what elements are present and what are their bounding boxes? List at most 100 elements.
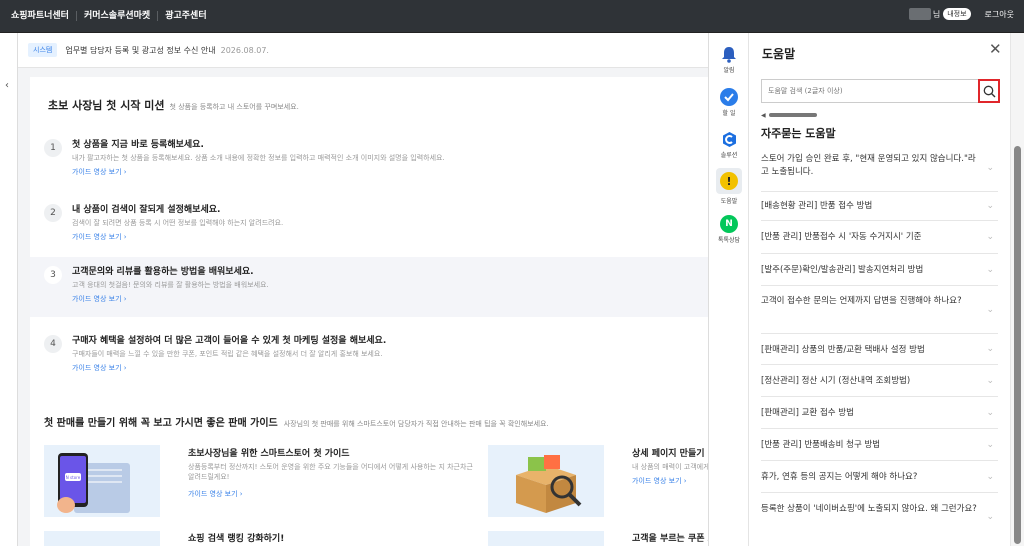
user-name-redacted [908,8,931,20]
help-search-box [761,79,1000,103]
guide-video-link[interactable]: 가이드 영상 보기 › [72,294,127,304]
search-button[interactable] [978,79,1000,103]
vertical-scroll-thumb[interactable] [1014,146,1021,544]
bell-icon [720,45,738,63]
faq-question: [반품 관리] 반품접수 시 '자동 수거지시' 기준 [761,232,922,242]
chevron-down-icon: ⌄ [986,264,994,275]
guide-title[interactable]: 쇼핑 검색 랭킹 강화하기! [188,531,284,544]
right-icon-rail: 알림 할 일 솔루션 ! 도움말 N 톡톡상담 [708,33,749,546]
chevron-down-icon: ⌄ [986,304,994,315]
faq-question: 등록한 상품이 '네이버쇼핑'에 노출되지 않아요. 왜 그런가요? [761,504,977,514]
chevron-left-icon[interactable]: ‹ [5,80,9,91]
starter-mission-card: 초보 사장님 첫 시작 미션 첫 상품을 등록하고 내 스토어를 꾸며보세요. … [30,77,708,422]
guide-thumbnail[interactable] [44,531,160,546]
chevron-down-icon: ⌄ [986,232,994,242]
faq-title: 자주묻는 도움말 [761,127,836,140]
close-icon[interactable]: ✕ [989,42,1002,57]
guide-title[interactable]: 초보사장님을 위한 스마트스토어 첫 가이드 [188,446,350,459]
faq-question: [반품 관리] 반품배송비 청구 방법 [761,440,881,450]
faq-item[interactable]: [발주(주문)확인/발송관리] 발송지연처리 방법 ⌄ [761,254,998,286]
mission-item-desc: 검색이 잘 되려면 상품 등록 시 어떤 정보를 입력해야 하는지 알려드려요. [72,219,284,227]
faq-item[interactable]: [판매관리] 상품의 반품/교환 택배사 설정 방법 ⌄ [761,334,998,365]
faq-question: [배송현황 관리] 반품 접수 방법 [761,201,873,211]
help-search-input[interactable] [762,80,976,102]
rail-label: 솔루션 [720,152,738,159]
horizontal-scroll-thumb[interactable] [769,113,817,117]
mission-item-desc: 고객 응대의 첫걸음! 문의와 리뷰를 잘 활용하는 방법을 배워보세요. [72,281,269,289]
user-name-suffix: 님 [932,9,941,19]
faq-item[interactable]: 고객이 접수한 문의는 언제까지 답변을 진행해야 하나요? ⌄ [761,286,998,334]
mission-number: 4 [44,335,62,353]
rail-item-talktalk[interactable]: N 톡톡상담 [709,215,749,244]
rail-item-help[interactable]: ! 도움말 [709,168,749,205]
mission-item-title: 구매자 혜택을 설정하여 더 많은 고객이 들어올 수 있게 첫 마케팅 설정을… [72,336,387,346]
chevron-down-icon: ⌄ [986,344,994,354]
guide-thumbnail-box[interactable] [488,445,604,517]
horizontal-scrollbar[interactable]: ◀ [761,112,999,119]
guide-video-link[interactable]: 가이드 영상 보기 › [188,489,243,499]
user-area: 님 내정보 로그아웃 [908,8,1014,20]
search-icon [983,85,995,97]
mission-item-desc: 구매자들이 매력을 느낄 수 있을 만한 쿠폰, 포인트 적립 같은 혜택을 설… [72,350,383,358]
faq-list: 스토어 가입 승인 완료 후, "현재 운영되고 있지 않습니다."라고 노출됩… [749,145,1010,541]
nav-shopping-partner-center[interactable]: 쇼핑파트너센터 [4,11,77,21]
help-title: 도움말 [762,47,796,61]
guide-video-link[interactable]: 가이드 영상 보기 › [72,232,127,242]
help-panel: 도움말 ✕ ◀ 자주묻는 도움말 스토어 가입 승인 완료 후, "현재 운영되… [749,33,1010,546]
rail-active-background: ! [716,168,742,194]
rail-label: 도움말 [720,198,738,205]
guide-thumbnail[interactable] [488,531,604,546]
talk-icon: N [720,215,738,233]
mission-item: 1 첫 상품을 지금 바로 등록해보세요. 내가 팔고자하는 첫 상품을 등록해… [30,133,708,191]
notice-bar[interactable]: 시스템 업무별 담당자 등록 및 광고성 정보 수신 안내 2026.08.07… [18,33,708,68]
my-info-button[interactable]: 내정보 [943,8,971,20]
nav-commerce-solution-market[interactable]: 커머스솔루션마켓 [77,11,159,21]
notice-tag: 시스템 [28,43,58,57]
chevron-down-icon: ⌄ [986,201,994,211]
mission-item-title: 내 상품이 검색이 잘되게 설정해보세요. [72,205,221,215]
mission-item-desc: 내가 팔고자하는 첫 상품을 등록해보세요. 상품 소개 내용에 정확한 정보를… [72,154,445,162]
mission-item-title: 고객문의와 리뷰를 활용하는 방법을 배워보세요. [72,267,254,277]
faq-question: 스토어 가입 승인 완료 후, "현재 운영되고 있지 않습니다."라고 노출됩… [761,154,976,177]
check-icon [720,88,738,106]
faq-question: [판매관리] 상품의 반품/교환 택배사 설정 방법 [761,345,925,355]
faq-item[interactable]: 등록한 상품이 '네이버쇼핑'에 노출되지 않아요. 왜 그런가요? ⌄ [761,493,998,541]
nav-advertiser-center[interactable]: 광고주센터 [158,11,213,21]
notice-message[interactable]: 업무별 담당자 등록 및 광고성 정보 수신 안내 [65,45,215,56]
guide-section-title: 첫 판매를 만들기 위해 꼭 보고 가시면 좋은 판매 가이드 [44,418,278,429]
guide-title[interactable]: 고객을 부르는 쿠폰 포인트 [632,531,708,544]
scroll-left-arrow-icon[interactable]: ◀ [761,112,766,119]
faq-item[interactable]: [판매관리] 교환 접수 방법 ⌄ [761,397,998,429]
faq-item[interactable]: 휴가, 연휴 등의 공지는 어떻게 해야 하나요? ⌄ [761,461,998,493]
faq-item[interactable]: [반품 관리] 반품접수 시 '자동 수거지시' 기준 ⌄ [761,221,998,254]
faq-item[interactable]: [배송현황 관리] 반품 접수 방법 ⌄ [761,192,998,221]
chevron-down-icon: ⌄ [986,375,994,386]
guide-title[interactable]: 상세 페이지 만들기 어렵지 [632,446,708,459]
chevron-down-icon: ⌄ [986,512,994,522]
notice-date: 2026.08.07. [220,45,269,55]
rail-item-notifications[interactable]: 알림 [709,45,749,74]
mission-item: 4 구매자 혜택을 설정하여 더 많은 고객이 들어올 수 있게 첫 마케팅 설… [30,329,708,387]
phone-app-label: N store [66,475,81,480]
faq-question: [발주(주문)확인/발송관리] 발송지연처리 방법 [761,265,924,275]
help-panel-vertical-scrollbar[interactable] [1010,33,1024,546]
chevron-down-icon: ⌄ [986,407,994,418]
guide-video-link[interactable]: 가이드 영상 보기 › [72,167,127,177]
guide-section-subtitle: 사장님의 첫 판매를 위해 스마트스토어 담당자가 직접 안내하는 판매 팁을 … [283,420,549,428]
rail-label: 톡톡상담 [717,237,741,244]
guide-video-link[interactable]: 가이드 영상 보기 › [632,476,687,486]
guide-video-link[interactable]: 가이드 영상 보기 › [72,363,127,373]
faq-question: [정산관리] 정산 시기 (정산내역 조회방법) [761,376,911,386]
guide-thumbnail-phone[interactable]: N store [44,445,160,517]
rail-label: 할 일 [722,110,736,117]
main-content: 시스템 업무별 담당자 등록 및 광고성 정보 수신 안내 2026.08.07… [18,33,708,546]
faq-question: 휴가, 연휴 등의 공지는 어떻게 해야 하나요? [761,472,918,482]
faq-item[interactable]: 스토어 가입 승인 완료 후, "현재 운영되고 있지 않습니다."라고 노출됩… [761,145,998,192]
rail-item-todo[interactable]: 할 일 [709,88,749,117]
rail-item-solution[interactable]: 솔루션 [709,130,749,159]
faq-item[interactable]: [반품 관리] 반품배송비 청구 방법 ⌄ [761,429,998,461]
mission-number: 2 [44,204,62,222]
logout-button[interactable]: 로그아웃 [985,9,1014,20]
faq-item[interactable]: [정산관리] 정산 시기 (정산내역 조회방법) ⌄ [761,365,998,397]
chevron-down-icon: ⌄ [986,471,994,482]
